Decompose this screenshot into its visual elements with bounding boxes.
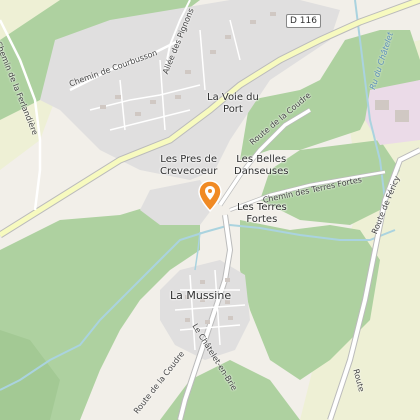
place-label-les-pres-de-crevecoeur: Les Pres de Crevecoeur — [160, 154, 218, 177]
map-canvas[interactable]: D 116 La Voie du Port Les Pres de Crevec… — [0, 0, 420, 420]
map-pin-icon[interactable] — [198, 180, 222, 212]
map-pin-graphic — [198, 180, 222, 212]
place-label-les-belles-danseuses: Les Belles Danseuses — [234, 154, 289, 177]
place-label-la-mussine: La Mussine — [170, 289, 232, 302]
place-label-les-terres-fortes: Les Terres Fortes — [237, 202, 287, 225]
place-label-la-voie-du-port: La Voie du Port — [207, 92, 259, 115]
road-ref-d116: D 116 — [286, 14, 321, 28]
